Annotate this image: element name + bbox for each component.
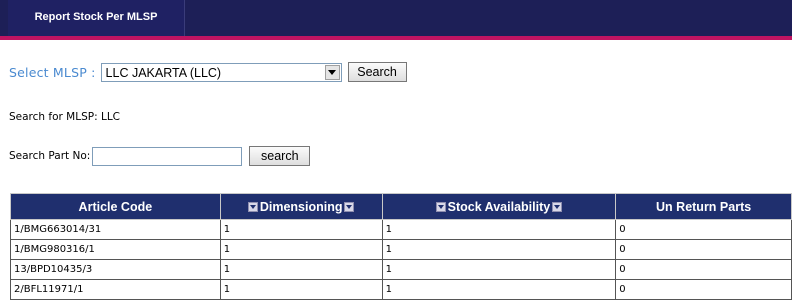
- cell-un-return-parts: 0: [615, 279, 792, 300]
- table-row: 2/BFL11971/1 1 1 0: [10, 279, 792, 300]
- cell-article-code: 1/BMG980316/1: [10, 239, 221, 260]
- mlsp-select-value: LLC JAKARTA (LLC): [105, 65, 222, 80]
- accent-divider: [0, 36, 792, 40]
- cell-stock-availability: 1: [381, 279, 617, 300]
- top-bar: Report Stock Per MLSP: [0, 0, 792, 36]
- col-stock-availability-label: Stock Availability: [447, 199, 551, 214]
- col-un-return-parts[interactable]: Un Return Parts: [615, 193, 792, 220]
- table-header-row: Article Code Dimensioning Stock Availabi…: [10, 193, 792, 220]
- sort-down-icon[interactable]: [344, 201, 355, 212]
- mlsp-select[interactable]: LLC JAKARTA (LLC): [100, 62, 342, 82]
- cell-article-code: 2/BFL11971/1: [10, 279, 221, 300]
- mlsp-search-button[interactable]: Search: [347, 62, 407, 82]
- cell-dimensioning: 1: [219, 259, 383, 280]
- cell-dimensioning: 1: [219, 239, 383, 260]
- cell-un-return-parts: 0: [615, 259, 792, 280]
- mlsp-select-row: Select MLSP : LLC JAKARTA (LLC) Search: [9, 61, 407, 83]
- col-stock-availability[interactable]: Stock Availability: [381, 193, 617, 220]
- table-row: 1/BMG980316/1 1 1 0: [10, 239, 792, 260]
- page-title-tab[interactable]: Report Stock Per MLSP: [8, 0, 185, 36]
- col-article-code[interactable]: Article Code: [10, 193, 221, 220]
- cell-dimensioning: 1: [219, 219, 383, 240]
- mlsp-label: Select MLSP :: [9, 64, 96, 80]
- col-dimensioning-label: Dimensioning: [259, 199, 343, 214]
- sort-down-icon[interactable]: [247, 201, 258, 212]
- part-no-label: Search Part No:: [9, 150, 91, 162]
- cell-article-code: 13/BPD10435/3: [10, 259, 221, 280]
- cell-article-code: 1/BMG663014/31: [10, 219, 221, 240]
- cell-stock-availability: 1: [381, 259, 617, 280]
- col-article-code-label: Article Code: [78, 199, 153, 214]
- search-for-text: Search for MLSP: LLC: [9, 111, 120, 123]
- part-search-row: Search Part No: search: [9, 145, 311, 167]
- cell-un-return-parts: 0: [615, 219, 792, 240]
- cell-stock-availability: 1: [381, 239, 617, 260]
- cell-un-return-parts: 0: [615, 239, 792, 260]
- part-no-input[interactable]: [92, 146, 243, 166]
- col-un-return-parts-label: Un Return Parts: [656, 199, 752, 214]
- part-search-button[interactable]: search: [249, 146, 311, 166]
- table-row: 1/BMG663014/31 1 1 0: [10, 219, 792, 240]
- stock-table: Article Code Dimensioning Stock Availabi…: [10, 193, 792, 300]
- dropdown-arrow-icon[interactable]: [324, 64, 340, 80]
- table-row: 13/BPD10435/3 1 1 0: [10, 259, 792, 280]
- sort-down-icon[interactable]: [552, 201, 563, 212]
- cell-dimensioning: 1: [219, 279, 383, 300]
- cell-stock-availability: 1: [381, 219, 617, 240]
- sort-down-icon[interactable]: [435, 201, 446, 212]
- col-dimensioning[interactable]: Dimensioning: [219, 193, 383, 220]
